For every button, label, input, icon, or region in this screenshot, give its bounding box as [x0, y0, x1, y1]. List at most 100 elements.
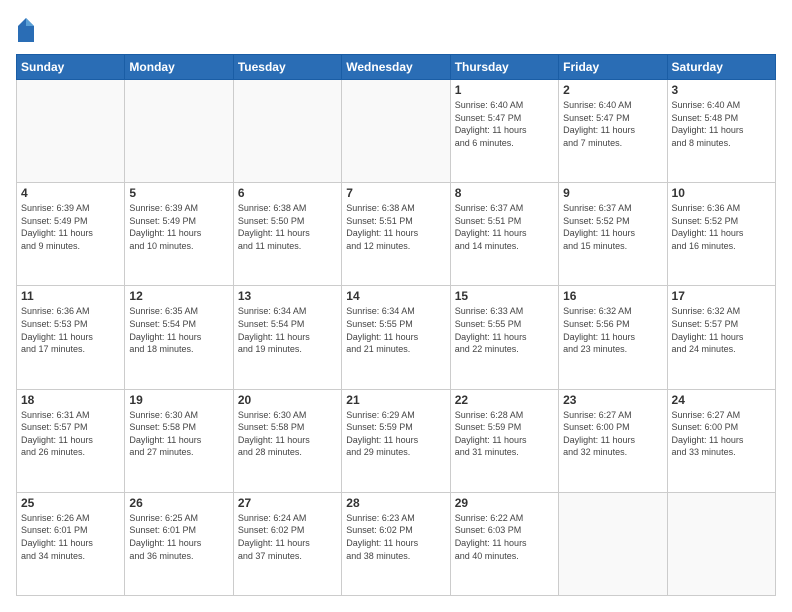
calendar-cell: 14 Sunrise: 6:34 AM Sunset: 5:55 PM Dayli…	[342, 286, 450, 389]
calendar-cell: 11 Sunrise: 6:36 AM Sunset: 5:53 PM Dayli…	[17, 286, 125, 389]
day-info: Sunrise: 6:32 AM Sunset: 5:56 PM Dayligh…	[563, 305, 662, 355]
day-number: 3	[672, 83, 771, 97]
calendar-cell: 1 Sunrise: 6:40 AM Sunset: 5:47 PM Daylig…	[450, 80, 558, 183]
day-number: 27	[238, 496, 337, 510]
day-info: Sunrise: 6:34 AM Sunset: 5:55 PM Dayligh…	[346, 305, 445, 355]
calendar-cell: 5 Sunrise: 6:39 AM Sunset: 5:49 PM Daylig…	[125, 183, 233, 286]
day-info: Sunrise: 6:32 AM Sunset: 5:57 PM Dayligh…	[672, 305, 771, 355]
day-number: 17	[672, 289, 771, 303]
day-info: Sunrise: 6:30 AM Sunset: 5:58 PM Dayligh…	[129, 409, 228, 459]
calendar-cell	[559, 492, 667, 595]
day-info: Sunrise: 6:27 AM Sunset: 6:00 PM Dayligh…	[563, 409, 662, 459]
calendar-cell	[17, 80, 125, 183]
calendar-cell: 12Sunrise: 6:35 AM Sunset: 5:54 PM Dayli…	[125, 286, 233, 389]
calendar-week-row: 25 Sunrise: 6:26 AM Sunset: 6:01 PM Dayli…	[17, 492, 776, 595]
calendar-week-row: 1 Sunrise: 6:40 AM Sunset: 5:47 PM Daylig…	[17, 80, 776, 183]
day-info: Sunrise: 6:25 AM Sunset: 6:01 PM Dayligh…	[129, 512, 228, 562]
day-number: 7	[346, 186, 445, 200]
header	[16, 16, 776, 44]
day-info: Sunrise: 6:40 AM Sunset: 5:47 PM Dayligh…	[563, 99, 662, 149]
calendar-header-cell: Sunday	[17, 55, 125, 80]
day-info: Sunrise: 6:29 AM Sunset: 5:59 PM Dayligh…	[346, 409, 445, 459]
calendar-cell: 28 Sunrise: 6:23 AM Sunset: 6:02 PM Dayli…	[342, 492, 450, 595]
calendar-cell: 4 Sunrise: 6:39 AM Sunset: 5:49 PM Daylig…	[17, 183, 125, 286]
calendar-cell: 27Sunrise: 6:24 AM Sunset: 6:02 PM Dayli…	[233, 492, 341, 595]
calendar-cell: 17 Sunrise: 6:32 AM Sunset: 5:57 PM Dayli…	[667, 286, 775, 389]
day-number: 5	[129, 186, 228, 200]
day-info: Sunrise: 6:31 AM Sunset: 5:57 PM Dayligh…	[21, 409, 120, 459]
calendar-cell: 29 Sunrise: 6:22 AM Sunset: 6:03 PM Dayli…	[450, 492, 558, 595]
calendar-header-cell: Tuesday	[233, 55, 341, 80]
calendar-cell: 10 Sunrise: 6:36 AM Sunset: 5:52 PM Dayli…	[667, 183, 775, 286]
day-info: Sunrise: 6:40 AM Sunset: 5:48 PM Dayligh…	[672, 99, 771, 149]
calendar-cell: 19 Sunrise: 6:30 AM Sunset: 5:58 PM Dayli…	[125, 389, 233, 492]
day-info: Sunrise: 6:28 AM Sunset: 5:59 PM Dayligh…	[455, 409, 554, 459]
day-info: Sunrise: 6:23 AM Sunset: 6:02 PM Dayligh…	[346, 512, 445, 562]
day-number: 14	[346, 289, 445, 303]
day-number: 18	[21, 393, 120, 407]
day-number: 29	[455, 496, 554, 510]
day-info: Sunrise: 6:40 AM Sunset: 5:47 PM Dayligh…	[455, 99, 554, 149]
day-number: 1	[455, 83, 554, 97]
calendar-table: SundayMondayTuesdayWednesdayThursdayFrid…	[16, 54, 776, 596]
day-number: 24	[672, 393, 771, 407]
calendar-cell: 6Sunrise: 6:38 AM Sunset: 5:50 PM Daylig…	[233, 183, 341, 286]
calendar-header-cell: Friday	[559, 55, 667, 80]
calendar-cell: 13Sunrise: 6:34 AM Sunset: 5:54 PM Dayli…	[233, 286, 341, 389]
calendar-week-row: 11 Sunrise: 6:36 AM Sunset: 5:53 PM Dayli…	[17, 286, 776, 389]
calendar-cell	[233, 80, 341, 183]
day-info: Sunrise: 6:39 AM Sunset: 5:49 PM Dayligh…	[21, 202, 120, 252]
day-number: 28	[346, 496, 445, 510]
day-info: Sunrise: 6:36 AM Sunset: 5:53 PM Dayligh…	[21, 305, 120, 355]
day-number: 19	[129, 393, 228, 407]
calendar-cell: 26 Sunrise: 6:25 AM Sunset: 6:01 PM Dayli…	[125, 492, 233, 595]
calendar-header-cell: Monday	[125, 55, 233, 80]
day-info: Sunrise: 6:38 AM Sunset: 5:50 PM Dayligh…	[238, 202, 337, 252]
calendar-cell: 24 Sunrise: 6:27 AM Sunset: 6:00 PM Dayli…	[667, 389, 775, 492]
calendar-header-row: SundayMondayTuesdayWednesdayThursdayFrid…	[17, 55, 776, 80]
day-number: 26	[129, 496, 228, 510]
page: SundayMondayTuesdayWednesdayThursdayFrid…	[0, 0, 792, 612]
day-info: Sunrise: 6:30 AM Sunset: 5:58 PM Dayligh…	[238, 409, 337, 459]
calendar-header-cell: Saturday	[667, 55, 775, 80]
day-number: 11	[21, 289, 120, 303]
day-info: Sunrise: 6:37 AM Sunset: 5:51 PM Dayligh…	[455, 202, 554, 252]
day-info: Sunrise: 6:22 AM Sunset: 6:03 PM Dayligh…	[455, 512, 554, 562]
day-number: 22	[455, 393, 554, 407]
day-number: 21	[346, 393, 445, 407]
day-info: Sunrise: 6:34 AM Sunset: 5:54 PM Dayligh…	[238, 305, 337, 355]
day-info: Sunrise: 6:36 AM Sunset: 5:52 PM Dayligh…	[672, 202, 771, 252]
calendar-cell	[342, 80, 450, 183]
day-info: Sunrise: 6:27 AM Sunset: 6:00 PM Dayligh…	[672, 409, 771, 459]
calendar-cell: 22 Sunrise: 6:28 AM Sunset: 5:59 PM Dayli…	[450, 389, 558, 492]
calendar-week-row: 4 Sunrise: 6:39 AM Sunset: 5:49 PM Daylig…	[17, 183, 776, 286]
calendar-header-cell: Thursday	[450, 55, 558, 80]
logo	[16, 16, 40, 44]
day-info: Sunrise: 6:39 AM Sunset: 5:49 PM Dayligh…	[129, 202, 228, 252]
day-number: 9	[563, 186, 662, 200]
day-number: 4	[21, 186, 120, 200]
calendar-cell: 15 Sunrise: 6:33 AM Sunset: 5:55 PM Dayli…	[450, 286, 558, 389]
calendar-body: 1 Sunrise: 6:40 AM Sunset: 5:47 PM Daylig…	[17, 80, 776, 596]
calendar-cell: 23Sunrise: 6:27 AM Sunset: 6:00 PM Dayli…	[559, 389, 667, 492]
calendar-cell: 25 Sunrise: 6:26 AM Sunset: 6:01 PM Dayli…	[17, 492, 125, 595]
calendar-cell: 2Sunrise: 6:40 AM Sunset: 5:47 PM Daylig…	[559, 80, 667, 183]
logo-icon	[16, 16, 36, 44]
day-info: Sunrise: 6:26 AM Sunset: 6:01 PM Dayligh…	[21, 512, 120, 562]
day-number: 15	[455, 289, 554, 303]
day-info: Sunrise: 6:37 AM Sunset: 5:52 PM Dayligh…	[563, 202, 662, 252]
day-number: 10	[672, 186, 771, 200]
calendar-cell: 9 Sunrise: 6:37 AM Sunset: 5:52 PM Daylig…	[559, 183, 667, 286]
day-info: Sunrise: 6:33 AM Sunset: 5:55 PM Dayligh…	[455, 305, 554, 355]
calendar-cell: 3 Sunrise: 6:40 AM Sunset: 5:48 PM Daylig…	[667, 80, 775, 183]
day-number: 16	[563, 289, 662, 303]
day-info: Sunrise: 6:38 AM Sunset: 5:51 PM Dayligh…	[346, 202, 445, 252]
calendar-cell: 21 Sunrise: 6:29 AM Sunset: 5:59 PM Dayli…	[342, 389, 450, 492]
day-info: Sunrise: 6:35 AM Sunset: 5:54 PM Dayligh…	[129, 305, 228, 355]
day-number: 25	[21, 496, 120, 510]
calendar-cell	[125, 80, 233, 183]
calendar-cell	[667, 492, 775, 595]
calendar-cell: 16 Sunrise: 6:32 AM Sunset: 5:56 PM Dayli…	[559, 286, 667, 389]
day-number: 20	[238, 393, 337, 407]
calendar-week-row: 18 Sunrise: 6:31 AM Sunset: 5:57 PM Dayli…	[17, 389, 776, 492]
